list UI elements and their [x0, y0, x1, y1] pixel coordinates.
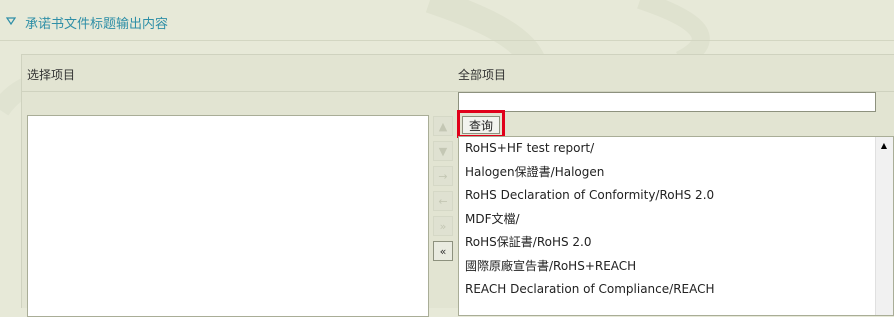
remove-selected-icon[interactable]: ← [433, 191, 453, 211]
section-header[interactable]: 承诺书文件标题输出内容 [0, 0, 894, 41]
move-down-icon[interactable]: ▼ [433, 141, 453, 161]
list-item[interactable]: 國際原廠宣告書/RoHS+REACH [459, 255, 893, 279]
list-item[interactable]: RoHS+HF test report/ [459, 137, 893, 161]
query-button[interactable]: 查询 [462, 116, 500, 134]
query-button-highlight: 查询 [457, 110, 505, 138]
add-all-icon[interactable]: » [433, 216, 453, 236]
remove-all-icon[interactable]: « [433, 241, 453, 261]
all-items-list[interactable]: RoHS+HF test report/Halogen保證書/Halogen Ro… [458, 136, 894, 316]
selection-panel: 选择项目 全部项目 ▲ ▼ → ← » « 查询 RoHS+HF test report/… [21, 54, 894, 317]
move-up-icon[interactable]: ▲ [433, 116, 453, 136]
all-items-label: 全部项目 [458, 68, 507, 82]
add-selected-icon[interactable]: → [433, 166, 453, 186]
transfer-buttons: ▲ ▼ → ← » « [433, 116, 455, 266]
list-item[interactable]: RoHS Declaration of Conformity/RoHS 2.0 [459, 184, 893, 208]
list-item[interactable]: MDF文檔/ [459, 208, 893, 232]
selected-items-list[interactable] [27, 115, 429, 317]
list-item[interactable]: Halogen保證書/Halogen [459, 161, 893, 185]
section-title: 承诺书文件标题输出内容 [25, 17, 169, 32]
triangle-down-icon [6, 17, 16, 26]
scrollbar[interactable]: ▲ [875, 137, 893, 315]
scroll-up-icon[interactable]: ▲ [876, 137, 892, 153]
search-input[interactable] [458, 92, 876, 112]
selected-items-label: 选择项目 [27, 68, 76, 82]
list-item[interactable]: RoHS保証書/RoHS 2.0 [459, 231, 893, 255]
list-item[interactable]: REACH Declaration of Compliance/REACH [459, 278, 893, 302]
